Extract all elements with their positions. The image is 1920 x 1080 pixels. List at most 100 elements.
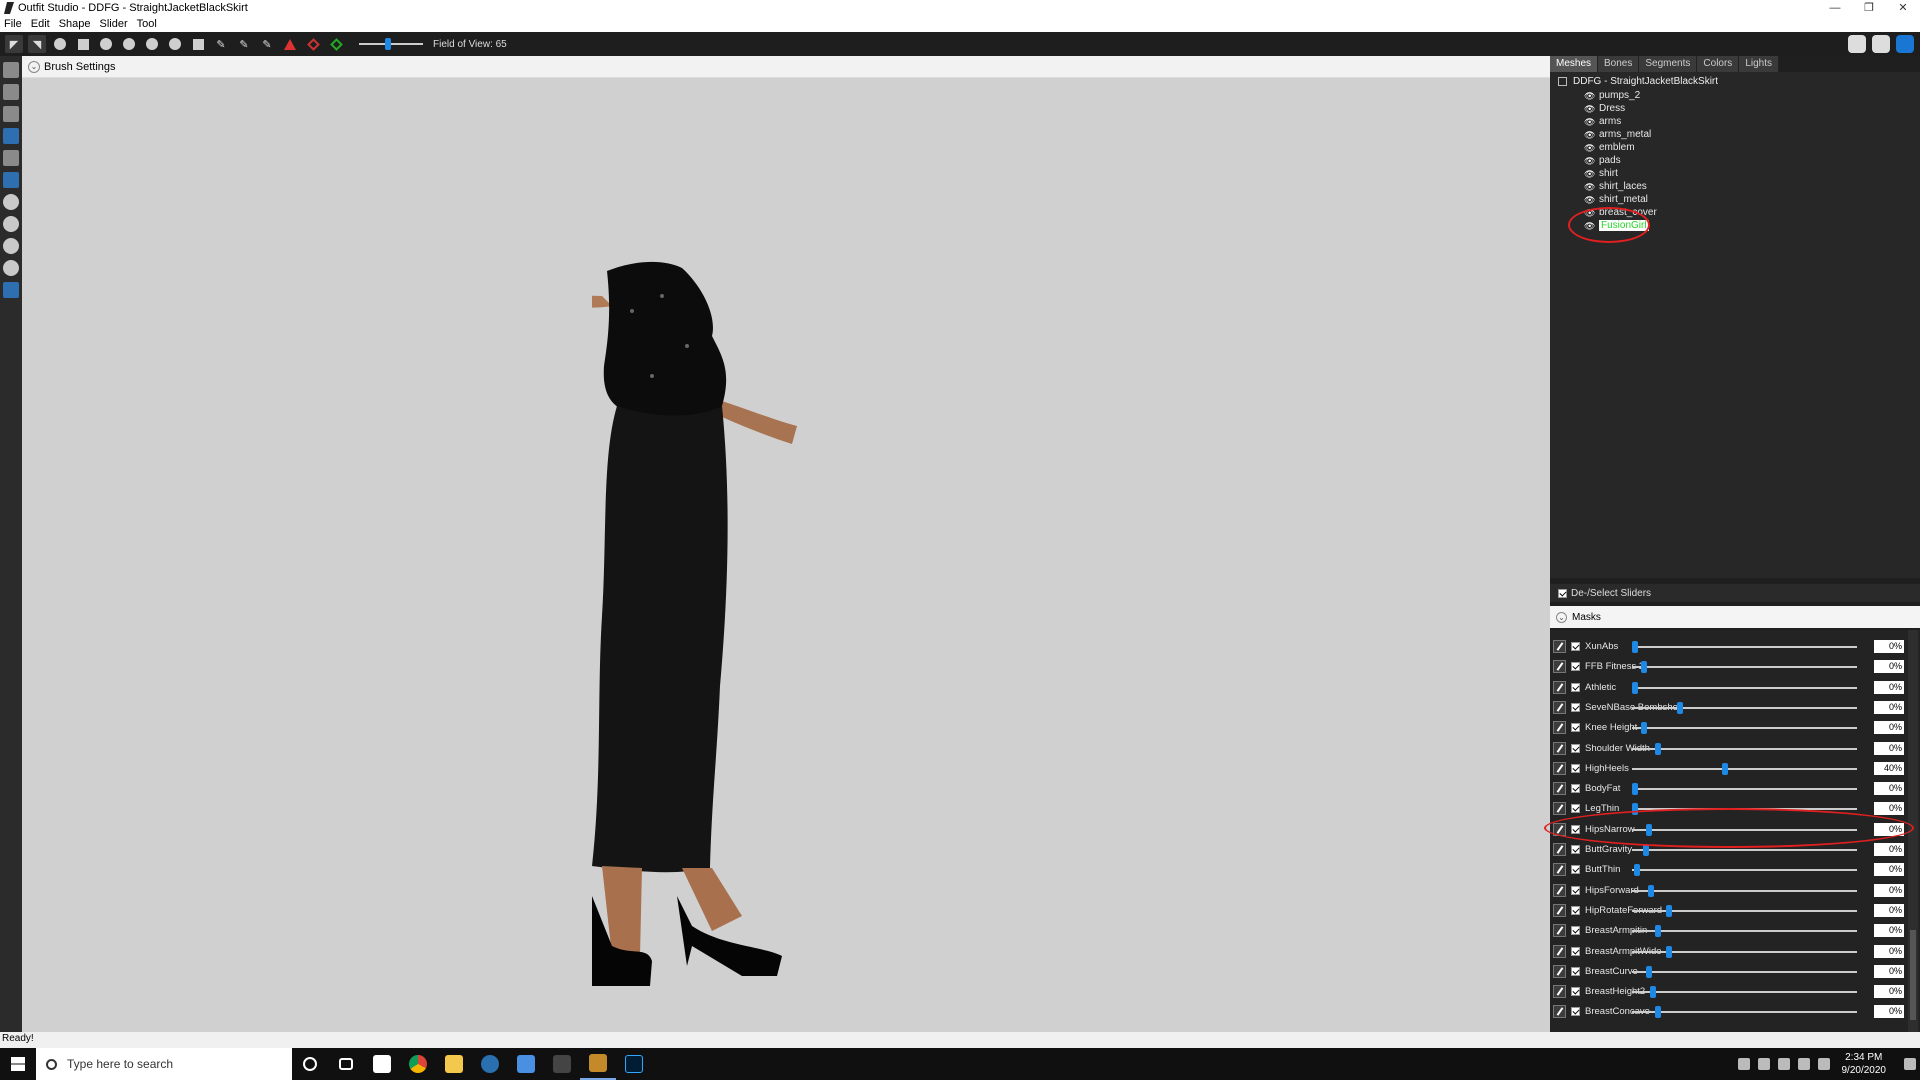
- slider-value[interactable]: 0%: [1874, 883, 1904, 897]
- chevron-up-icon[interactable]: [1737, 1058, 1750, 1070]
- slider-thumb[interactable]: [1654, 925, 1661, 938]
- slider-checkbox[interactable]: [1571, 966, 1580, 976]
- edit-pencil-icon[interactable]: [1553, 782, 1566, 796]
- edit-pencil-icon[interactable]: [1553, 985, 1566, 999]
- collapse-box-icon[interactable]: [1558, 77, 1567, 86]
- green-diamond-icon[interactable]: [327, 35, 345, 53]
- mesh-item[interactable]: 👁 shirt: [1584, 167, 1618, 180]
- slider-track[interactable]: [1632, 767, 1857, 770]
- menu-edit[interactable]: Edit: [31, 18, 50, 30]
- slider-checkbox[interactable]: [1571, 987, 1580, 997]
- minimize-button[interactable]: —: [1818, 0, 1852, 16]
- xray-tool-icon[interactable]: [3, 172, 19, 188]
- slider-value[interactable]: 0%: [1874, 985, 1904, 999]
- select-mode-icon[interactable]: ◤: [5, 35, 23, 53]
- slider-row[interactable]: FFB Fitness 2 0%: [1550, 658, 1904, 675]
- slider-track[interactable]: [1632, 706, 1857, 709]
- slider-checkbox[interactable]: [1571, 905, 1580, 915]
- tab-bones[interactable]: Bones: [1598, 56, 1639, 72]
- outfit-studio-active-icon[interactable]: [580, 1048, 616, 1080]
- connected-tool-icon[interactable]: [3, 150, 19, 166]
- file-explorer-icon[interactable]: [436, 1048, 472, 1080]
- notification-icon[interactable]: [1904, 1058, 1916, 1070]
- mesh-item[interactable]: 👁 pads: [1584, 154, 1621, 167]
- edit-pencil-icon[interactable]: [1553, 924, 1566, 938]
- deselect-sliders-toggle[interactable]: De-/Select Sliders: [1550, 584, 1920, 602]
- slider-value[interactable]: 0%: [1874, 700, 1904, 714]
- slider-thumb[interactable]: [1722, 762, 1728, 775]
- mesh-item[interactable]: 👁 pumps_2: [1584, 89, 1640, 102]
- slider-row[interactable]: BreastCurve 0%: [1550, 963, 1904, 980]
- clock[interactable]: 2:34 PM 9/20/2020: [1842, 1051, 1887, 1077]
- slider-thumb[interactable]: [1654, 1006, 1661, 1019]
- slider-track[interactable]: [1632, 869, 1857, 872]
- slider-track[interactable]: [1632, 646, 1857, 648]
- slider-row[interactable]: BreastConcave 0%: [1550, 1003, 1904, 1020]
- eye-icon[interactable]: 👁: [1584, 195, 1596, 204]
- edit-pencil-icon[interactable]: [1553, 903, 1566, 917]
- eye-icon[interactable]: 👁: [1584, 156, 1596, 165]
- mesh-item[interactable]: 👁 emblem: [1584, 141, 1635, 154]
- paypal-icon[interactable]: [1896, 35, 1914, 53]
- slider-track[interactable]: [1632, 747, 1857, 750]
- slider-track[interactable]: [1632, 991, 1857, 994]
- app-icon-blue[interactable]: [508, 1048, 544, 1080]
- slider-value[interactable]: 0%: [1874, 640, 1904, 653]
- slider-checkbox[interactable]: [1571, 642, 1580, 651]
- texture-view-icon[interactable]: [3, 260, 19, 276]
- slider-row[interactable]: ButtThin 0%: [1550, 861, 1904, 878]
- edit-pencil-icon[interactable]: [1553, 944, 1566, 958]
- warning-triangle-icon[interactable]: [281, 35, 299, 53]
- slider-thumb[interactable]: [1641, 661, 1647, 674]
- slider-value[interactable]: 0%: [1874, 721, 1904, 735]
- chevron-down-icon[interactable]: ⌄: [1556, 611, 1567, 623]
- slider-thumb[interactable]: [1665, 904, 1672, 917]
- outfit-studio-icon[interactable]: [544, 1048, 580, 1080]
- pen-icon[interactable]: [1817, 1058, 1830, 1070]
- color-brush-icon[interactable]: ✎: [212, 35, 230, 53]
- slider-checkbox[interactable]: [1571, 865, 1580, 875]
- slider-thumb[interactable]: [1632, 641, 1638, 653]
- edit-pencil-icon[interactable]: [1553, 802, 1566, 816]
- slider-value[interactable]: 0%: [1874, 843, 1904, 856]
- color-view-icon[interactable]: [3, 282, 19, 298]
- volume-icon[interactable]: [1797, 1058, 1810, 1070]
- edit-pencil-icon[interactable]: [1553, 741, 1566, 755]
- transform-mode-icon[interactable]: ◥: [28, 35, 46, 53]
- pen-tool-icon[interactable]: [3, 106, 19, 122]
- eye-icon[interactable]: 👁: [1584, 169, 1596, 178]
- slider-track[interactable]: [1632, 930, 1857, 933]
- slider-value[interactable]: 0%: [1874, 863, 1904, 877]
- slider-row[interactable]: BreastArmpitWide 0%: [1550, 943, 1904, 960]
- edit-pencil-icon[interactable]: [1553, 700, 1566, 714]
- slider-thumb[interactable]: [1632, 681, 1638, 694]
- collapse-vertex-icon[interactable]: ✎: [258, 35, 276, 53]
- eye-icon[interactable]: 👁: [1584, 182, 1596, 191]
- slider-thumb[interactable]: [1632, 783, 1638, 796]
- slider-value[interactable]: 0%: [1874, 944, 1904, 958]
- start-button[interactable]: [0, 1048, 36, 1080]
- network-icon[interactable]: [1777, 1058, 1790, 1070]
- slider-value[interactable]: 0%: [1874, 964, 1904, 978]
- slider-checkbox[interactable]: [1571, 1007, 1580, 1017]
- photoshop-icon[interactable]: [616, 1048, 652, 1080]
- weight-brush-icon[interactable]: [166, 35, 184, 53]
- mask-brush-icon[interactable]: [51, 35, 69, 53]
- menu-shape[interactable]: Shape: [59, 18, 91, 30]
- red-diamond-icon[interactable]: [304, 35, 322, 53]
- slider-track[interactable]: [1632, 666, 1857, 669]
- battery-icon[interactable]: [1757, 1058, 1770, 1070]
- slider-row[interactable]: BodyFat 0%: [1550, 780, 1904, 797]
- discord-icon[interactable]: [1848, 35, 1866, 53]
- vertex-view-icon[interactable]: [3, 194, 19, 210]
- edit-pencil-icon[interactable]: [1553, 1005, 1566, 1019]
- mesh-item[interactable]: 👁 shirt_laces: [1584, 180, 1647, 193]
- slider-thumb[interactable]: [1654, 742, 1661, 755]
- slider-value[interactable]: 0%: [1874, 741, 1904, 755]
- close-button[interactable]: ✕: [1886, 0, 1920, 16]
- slider-track[interactable]: [1632, 686, 1857, 689]
- slider-row[interactable]: BreastHeight2 0%: [1550, 983, 1904, 1000]
- slider-row[interactable]: SeveNBase Bombshell0%: [1550, 699, 1904, 716]
- edit-pencil-icon[interactable]: [1553, 863, 1566, 877]
- slider-checkbox[interactable]: [1571, 845, 1580, 854]
